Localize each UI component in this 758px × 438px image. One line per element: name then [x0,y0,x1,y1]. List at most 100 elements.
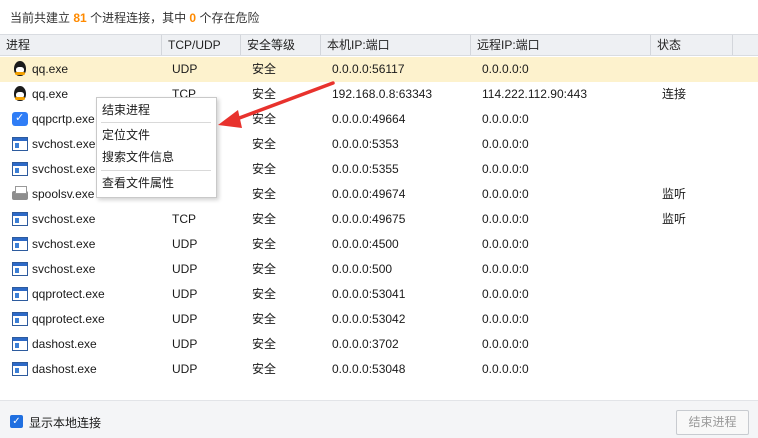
protocol-cell: UDP [172,287,198,301]
process-name: dashost.exe [32,337,97,351]
footer-bar: ✓ 显示本地连接 结束进程 [0,400,758,438]
remote-ip-cell: 0.0.0.0:0 [482,312,529,326]
process-name: svchost.exe [32,237,96,251]
shield-check-icon [12,106,28,131]
connection-count: 81 [73,11,87,25]
local-ip-cell: 0.0.0.0:53042 [332,312,406,326]
table-header: 进程 TCP/UDP 安全等级 本机IP:端口 远程IP:端口 状态 [0,34,758,56]
process-cell: qqprotect.exe [12,282,105,307]
process-cell: dashost.exe [12,357,97,382]
table-row[interactable]: qqprotect.exe UDP 安全 0.0.0.0:53042 0.0.0.0:0 [0,307,758,332]
window-app-icon [12,287,28,301]
security-level-cell: 安全 [252,87,277,101]
status-cell: 监听 [662,187,687,201]
remote-ip-cell: 0.0.0.0:0 [482,62,529,76]
local-ip-cell: 0.0.0.0:500 [332,262,393,276]
local-ip-cell: 0.0.0.0:49664 [332,112,406,126]
security-level-cell: 安全 [252,237,277,251]
column-header-status[interactable]: 状态 [651,35,733,55]
local-ip-cell: 0.0.0.0:49675 [332,212,406,226]
window-app-icon [12,362,28,376]
danger-count: 0 [189,11,197,25]
menu-separator [101,170,211,171]
table-row[interactable]: svchost.exe UDP 安全 0.0.0.0:4500 0.0.0.0:0 [0,232,758,257]
process-name: svchost.exe [32,162,96,176]
column-header-remote-ip[interactable]: 远程IP:端口 [471,35,651,55]
process-cell: qq.exe [12,57,68,82]
show-local-connections-label[interactable]: 显示本地连接 [29,414,101,431]
qq-penguin-icon [14,61,26,76]
local-ip-cell: 0.0.0.0:5353 [332,137,399,151]
security-level-cell: 安全 [252,137,277,151]
local-ip-cell: 0.0.0.0:4500 [332,237,399,251]
process-cell: svchost.exe [12,257,95,282]
status-cell: 监听 [662,212,687,226]
menu-item-view-file-properties[interactable]: 查看文件属性 [97,172,216,194]
connection-summary: 当前共建立 81 个进程连接，其中 0 个存在危险 [0,0,758,34]
summary-prefix: 当前共建立 [10,11,71,25]
column-header-protocol[interactable]: TCP/UDP [162,35,241,55]
process-name: qqpcrtp.exe [32,112,95,126]
local-ip-cell: 0.0.0.0:5355 [332,162,399,176]
column-header-process[interactable]: 进程 [0,35,162,55]
local-ip-cell: 0.0.0.0:56117 [332,62,405,76]
local-ip-cell: 0.0.0.0:53048 [332,362,406,376]
protocol-cell: UDP [172,337,198,351]
column-header-local-ip[interactable]: 本机IP:端口 [321,35,471,55]
process-name: qq.exe [32,62,69,76]
security-level-cell: 安全 [252,362,277,376]
process-cell: svchost.exe [12,157,95,182]
protocol-cell: UDP [172,62,198,76]
process-name: svchost.exe [32,137,96,151]
process-name: svchost.exe [32,212,96,226]
process-cell: svchost.exe [12,232,95,257]
window-app-icon [12,162,28,176]
window-app-icon [12,337,28,351]
local-ip-cell: 0.0.0.0:3702 [332,337,399,351]
table-row[interactable]: svchost.exe TCP 安全 0.0.0.0:49675 0.0.0.0:0 监听 [0,207,758,232]
local-ip-cell: 0.0.0.0:53041 [332,287,406,301]
local-ip-cell: 0.0.0.0:49674 [332,187,406,201]
process-cell: qqprotect.exe [12,307,105,332]
window-app-icon [12,212,28,226]
security-level-cell: 安全 [252,112,277,126]
remote-ip-cell: 0.0.0.0:0 [482,137,529,151]
table-row[interactable]: dashost.exe UDP 安全 0.0.0.0:3702 0.0.0.0:0 [0,332,758,357]
protocol-cell: UDP [172,262,198,276]
process-name: qqprotect.exe [32,312,105,326]
process-cell: svchost.exe [12,207,95,232]
summary-suffix: 个存在危险 [199,11,260,25]
security-level-cell: 安全 [252,162,277,176]
end-process-button[interactable]: 结束进程 [676,410,749,435]
remote-ip-cell: 0.0.0.0:0 [482,237,529,251]
remote-ip-cell: 0.0.0.0:0 [482,337,529,351]
remote-ip-cell: 114.222.112.90:443 [482,87,587,101]
security-level-cell: 安全 [252,287,277,301]
local-ip-cell: 192.168.0.8:63343 [332,87,433,101]
menu-item-search-file-info[interactable]: 搜索文件信息 [97,146,216,168]
remote-ip-cell: 0.0.0.0:0 [482,362,529,376]
column-header-security-level[interactable]: 安全等级 [241,35,321,55]
window-app-icon [12,237,28,251]
protocol-cell: UDP [172,362,198,376]
window-app-icon [12,262,28,276]
menu-item-end-process[interactable]: 结束进程 [97,99,216,121]
table-row[interactable]: svchost.exe UDP 安全 0.0.0.0:500 0.0.0.0:0 [0,257,758,282]
security-level-cell: 安全 [252,312,277,326]
context-menu: 结束进程 定位文件 搜索文件信息 查看文件属性 [96,97,217,198]
remote-ip-cell: 0.0.0.0:0 [482,287,529,301]
process-name: svchost.exe [32,262,96,276]
process-name: qqprotect.exe [32,287,105,301]
show-local-connections-checkbox[interactable]: ✓ [10,415,23,428]
remote-ip-cell: 0.0.0.0:0 [482,262,529,276]
process-cell: svchost.exe [12,132,95,157]
menu-item-locate-file[interactable]: 定位文件 [97,124,216,146]
security-level-cell: 安全 [252,262,277,276]
table-row[interactable]: qqprotect.exe UDP 安全 0.0.0.0:53041 0.0.0.0:0 [0,282,758,307]
table-row[interactable]: qq.exe UDP 安全 0.0.0.0:56117 0.0.0.0:0 [0,57,758,82]
protocol-cell: UDP [172,312,198,326]
process-cell: qqpcrtp.exe [12,106,95,132]
table-row[interactable]: dashost.exe UDP 安全 0.0.0.0:53048 0.0.0.0:0 [0,357,758,382]
security-level-cell: 安全 [252,62,277,76]
process-cell: spoolsv.exe [12,182,94,207]
